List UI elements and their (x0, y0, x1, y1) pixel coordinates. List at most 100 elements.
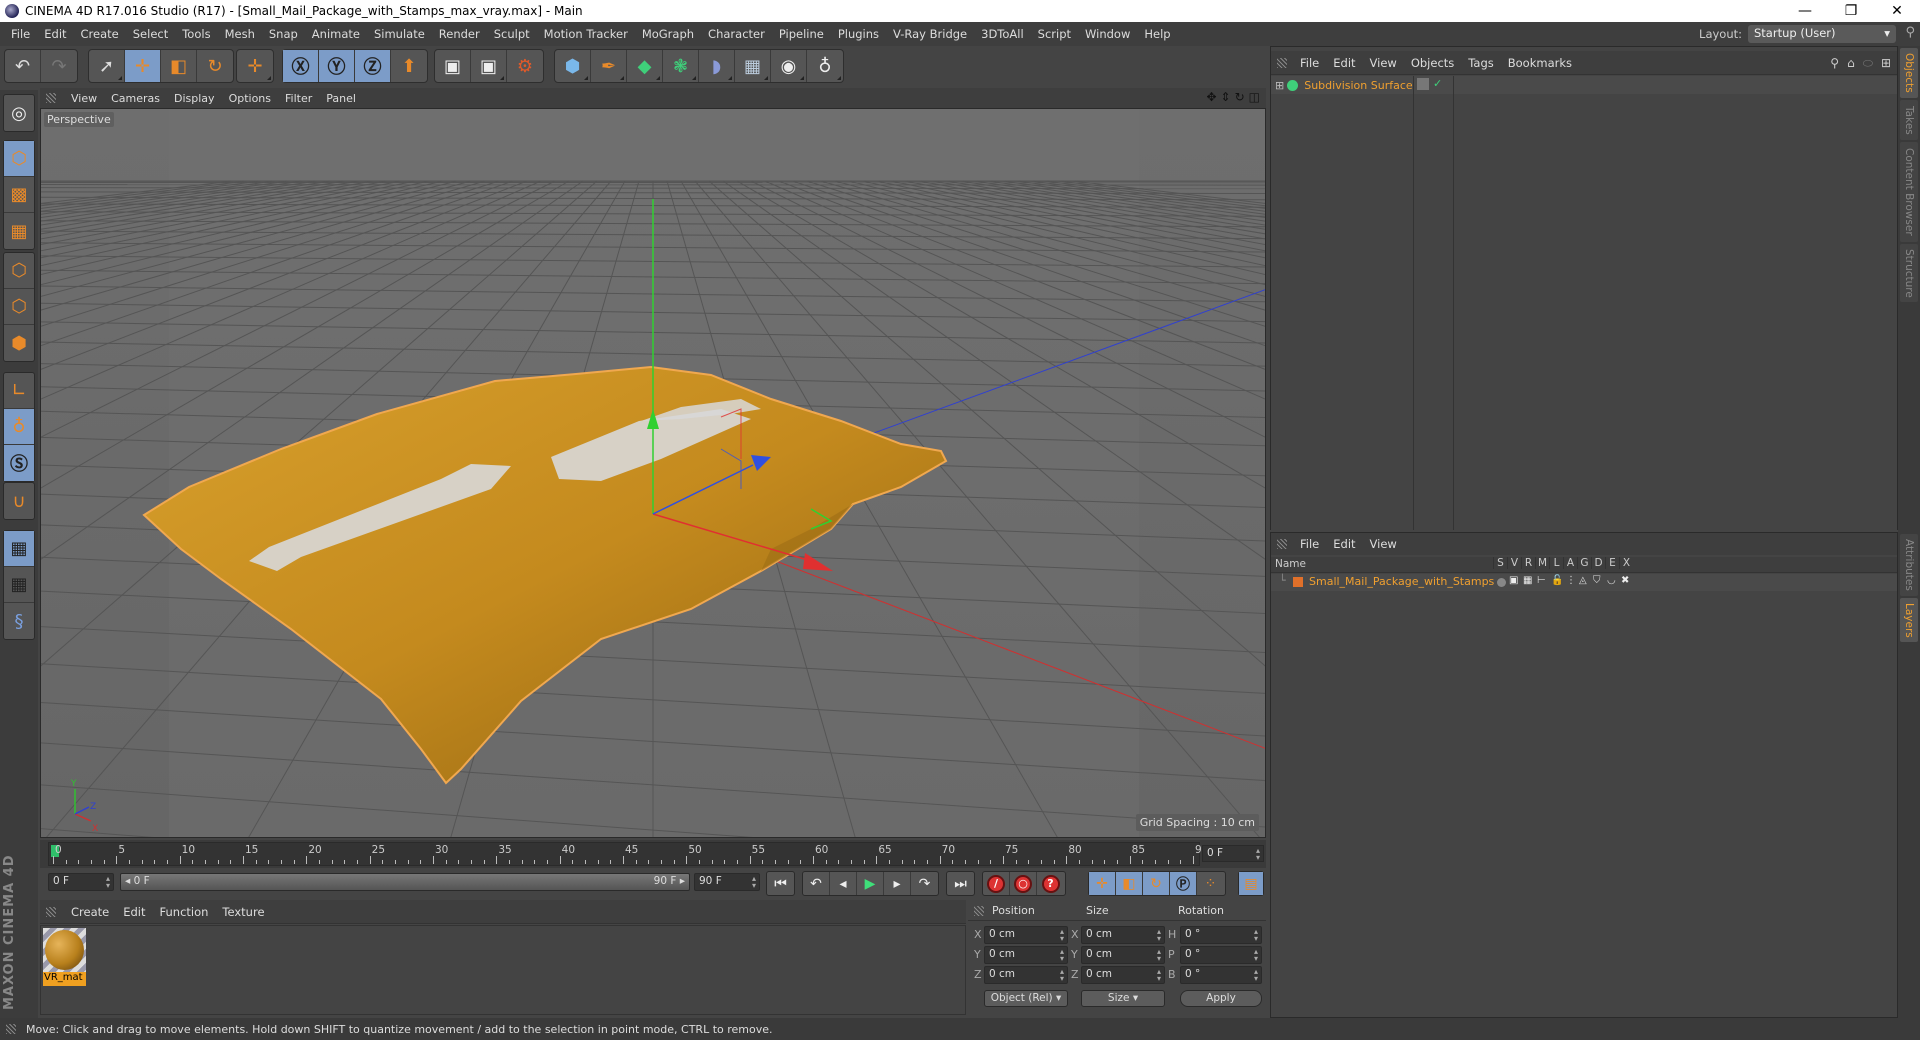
layer-color-swatch[interactable] (1293, 577, 1303, 587)
move-icon[interactable]: ✛ (125, 50, 161, 82)
col-manager[interactable]: M (1535, 557, 1549, 569)
om-menu-tags[interactable]: Tags (1461, 56, 1500, 70)
lm-menu-file[interactable]: File (1293, 537, 1326, 551)
next-key-icon[interactable]: ↷ (911, 872, 938, 895)
play-icon[interactable]: ▶ (857, 872, 884, 895)
viewport-menu-view[interactable]: View (64, 92, 104, 105)
rotation-p-field[interactable]: 0 ° ▴ ▾ (1180, 946, 1262, 964)
solo-icon[interactable]: Ⓢ (4, 445, 34, 481)
size-x-field[interactable]: 0 cm ▴ ▾ (1081, 926, 1165, 944)
dolly-view-icon[interactable]: ⇕ (1221, 90, 1231, 104)
z-axis-icon[interactable]: Ⓩ (355, 50, 391, 82)
end-frame-field[interactable]: 90 F ▴ ▾ (694, 873, 760, 891)
menu-sculpt[interactable]: Sculpt (487, 27, 537, 41)
search-icon[interactable]: ⚲ (1905, 25, 1915, 40)
model-mode-icon[interactable]: ⬡ (4, 141, 34, 177)
key-position-icon[interactable]: ✛ (1089, 872, 1116, 895)
planar-workplane-icon[interactable]: ▦ (4, 567, 34, 603)
cloner-icon[interactable]: ❃ (663, 50, 699, 82)
autokeying-icon[interactable]: ○ (1010, 872, 1037, 895)
grip-handle[interactable] (1277, 58, 1287, 68)
grip-handle[interactable] (1277, 539, 1287, 549)
texture-mode-icon[interactable]: ▩ (4, 177, 34, 213)
generators-toggle-icon[interactable]: ◬ (1579, 575, 1587, 586)
record-active-objects-icon[interactable]: / (983, 872, 1010, 895)
cube-icon[interactable]: ⬢ (555, 50, 591, 82)
menu-character[interactable]: Character (701, 27, 772, 41)
xrefs-toggle-icon[interactable]: ✖ (1621, 575, 1629, 586)
magnet-snap-icon[interactable]: ∪ (4, 483, 34, 519)
search-icon[interactable]: ⚲ (1830, 56, 1839, 71)
points-mode-icon[interactable]: ⬡ (4, 253, 34, 289)
x-axis-icon[interactable]: Ⓧ (283, 50, 319, 82)
minimize-button[interactable]: — (1782, 0, 1828, 22)
material-menu-create[interactable]: Create (64, 905, 116, 919)
position-y-field[interactable]: 0 cm ▴ ▾ (984, 946, 1068, 964)
camera-icon[interactable]: ◉ (771, 50, 807, 82)
viewport-menu-display[interactable]: Display (167, 92, 222, 105)
tab-takes[interactable]: Takes (1900, 100, 1918, 140)
key-rotation-icon[interactable]: ↻ (1143, 872, 1170, 895)
spinner-icon[interactable]: ▴ ▾ (1060, 948, 1064, 963)
camera-label[interactable]: Perspective (44, 112, 114, 127)
position-z-field[interactable]: 0 cm ▴ ▾ (984, 966, 1068, 984)
polygons-mode-icon[interactable]: ⬢ (4, 325, 34, 361)
edges-mode-icon[interactable]: ⬡ (4, 289, 34, 325)
menu-render[interactable]: Render (432, 27, 487, 41)
coordinate-system-icon[interactable]: ⬆ (391, 50, 427, 82)
material-menu-function[interactable]: Function (153, 905, 216, 919)
menu-tools[interactable]: Tools (175, 27, 217, 41)
locked-workplane-icon[interactable]: ▦ (4, 531, 34, 567)
select-arrow-icon[interactable]: ➚ (89, 50, 125, 82)
col-name[interactable]: Name (1275, 558, 1306, 570)
restore-button[interactable]: ❐ (1828, 0, 1874, 22)
menu-animate[interactable]: Animate (305, 27, 367, 41)
light-icon[interactable]: ♁ (807, 50, 843, 82)
spinner-icon[interactable]: ▴ ▾ (1060, 928, 1064, 943)
timeline-window-icon[interactable]: ▤ (1239, 872, 1263, 895)
col-generators[interactable]: G (1577, 557, 1591, 569)
tab-layers[interactable]: Layers (1900, 598, 1918, 642)
render-picture-viewer-icon[interactable]: ▣ (471, 50, 507, 82)
menu-select[interactable]: Select (126, 27, 175, 41)
redo-icon[interactable]: ↷ (41, 50, 77, 82)
rotation-b-field[interactable]: 0 ° ▴ ▾ (1180, 966, 1262, 984)
size-z-field[interactable]: 0 cm ▴ ▾ (1081, 966, 1165, 984)
toggle-layout-icon[interactable]: ◫ (1249, 90, 1260, 104)
menu-edit[interactable]: Edit (37, 27, 73, 41)
render-toggle-icon[interactable]: ▦ (1523, 575, 1532, 586)
start-frame-field[interactable]: 0 F ▴ ▾ (48, 873, 114, 891)
coordinate-mode-dropdown[interactable]: Object (Rel) ▾ (984, 990, 1068, 1007)
spinner-icon[interactable]: ▴ ▾ (1256, 847, 1260, 862)
menu-mesh[interactable]: Mesh (218, 27, 262, 41)
menu-create[interactable]: Create (74, 27, 126, 41)
col-expressions[interactable]: E (1605, 557, 1619, 569)
apply-button[interactable]: Apply (1180, 990, 1262, 1007)
spinner-icon[interactable]: ▴ ▾ (1254, 968, 1258, 983)
menu-script[interactable]: Script (1031, 27, 1078, 41)
col-deformers[interactable]: D (1591, 557, 1605, 569)
solo-toggle-icon[interactable] (1497, 578, 1506, 587)
layer-row[interactable]: └ Small_Mail_Package_with_Stamps ▣ ▦ ⊢ 🔓… (1271, 574, 1897, 591)
viewport-menu-filter[interactable]: Filter (278, 92, 319, 105)
make-editable-icon[interactable]: ◎ (4, 95, 34, 131)
layer-name[interactable]: Small_Mail_Package_with_Stamps (1309, 575, 1494, 588)
menu-plugins[interactable]: Plugins (831, 27, 886, 41)
menu-vray-bridge[interactable]: V-Ray Bridge (886, 27, 974, 41)
spinner-icon[interactable]: ▴ ▾ (1157, 928, 1161, 943)
floor-icon[interactable]: ▦ (735, 50, 771, 82)
size-mode-dropdown[interactable]: Size ▾ (1081, 990, 1165, 1007)
om-menu-file[interactable]: File (1293, 56, 1326, 70)
close-button[interactable]: ✕ (1874, 0, 1920, 22)
lm-menu-edit[interactable]: Edit (1326, 537, 1362, 551)
col-locked[interactable]: L (1549, 557, 1563, 569)
viewport-menu-cameras[interactable]: Cameras (104, 92, 167, 105)
menu-simulate[interactable]: Simulate (367, 27, 432, 41)
tab-objects[interactable]: Objects (1900, 48, 1918, 98)
frame-range-slider[interactable]: ◂ 0 F 90 F ▸ (120, 873, 690, 891)
render-view-icon[interactable]: ▣ (435, 50, 471, 82)
new-window-icon[interactable]: ⊞ (1881, 56, 1891, 71)
lm-menu-view[interactable]: View (1363, 537, 1404, 551)
python-icon[interactable]: § (4, 603, 34, 639)
om-menu-bookmarks[interactable]: Bookmarks (1501, 56, 1579, 70)
